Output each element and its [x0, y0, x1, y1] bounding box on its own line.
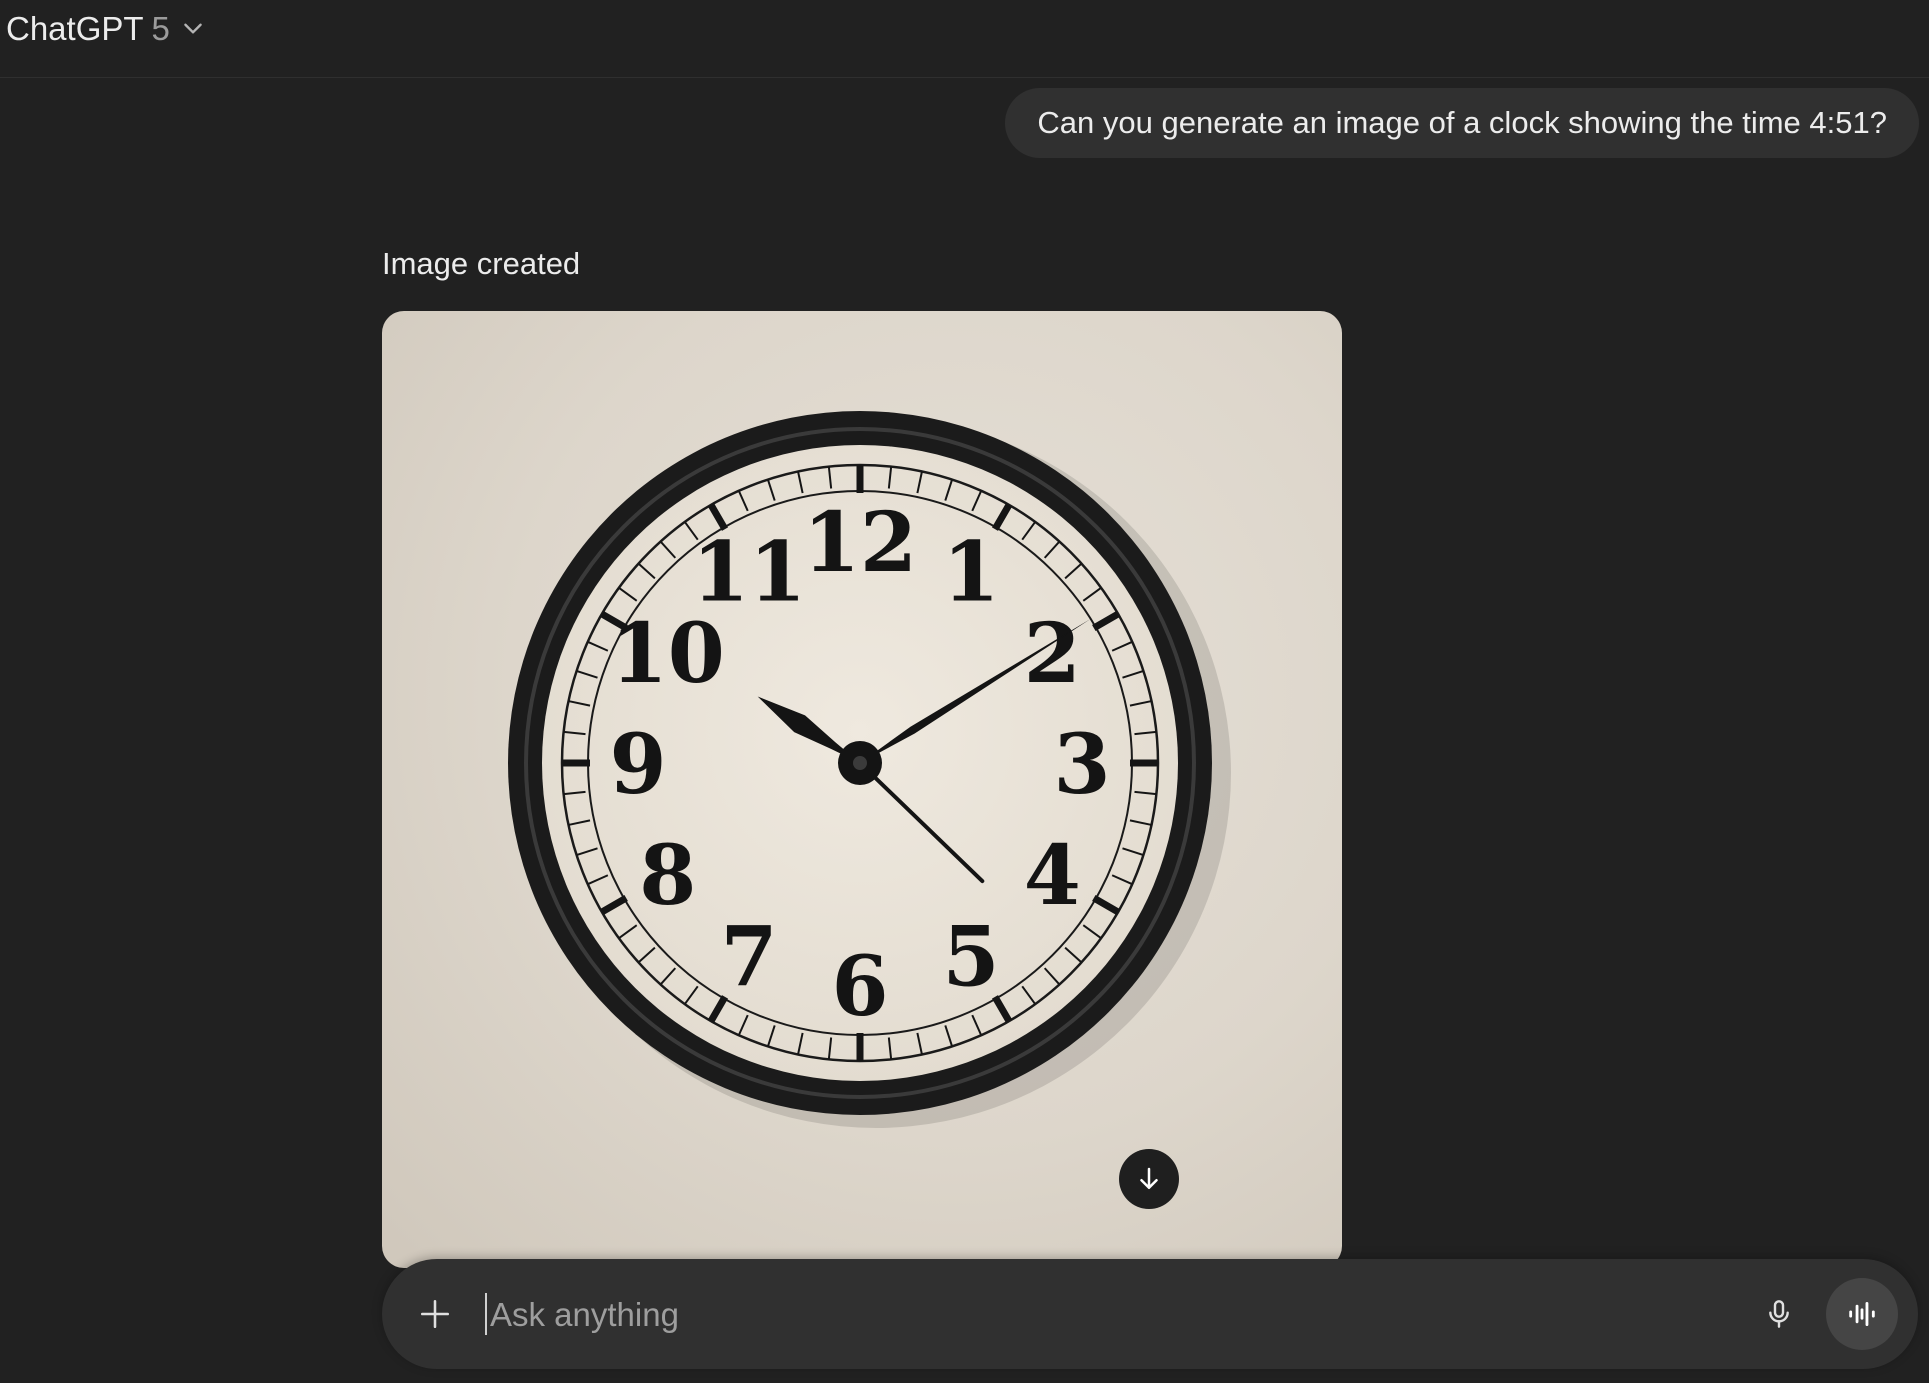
clock-numeral: 5 [942, 909, 999, 1005]
model-switcher[interactable]: ChatGPT 5 [6, 6, 206, 50]
microphone-icon [1769, 1300, 1789, 1328]
clock-hub-cap [853, 756, 867, 770]
download-button[interactable] [1119, 1149, 1179, 1209]
clock-numeral: 3 [1053, 717, 1110, 813]
clock-numeral: 12 [803, 495, 917, 591]
clock-numeral: 9 [609, 717, 666, 813]
dictate-button[interactable] [1754, 1289, 1804, 1339]
ask-input[interactable] [488, 1286, 1672, 1344]
generated-image[interactable]: 12 1 2 3 4 5 6 7 8 9 10 11 [382, 311, 1342, 1268]
user-message-text: Can you generate an image of a clock sho… [1037, 105, 1887, 140]
add-attachment-button[interactable] [412, 1291, 458, 1337]
user-message-bubble: Can you generate an image of a clock sho… [1005, 88, 1919, 158]
clock-numeral: 1 [942, 525, 999, 621]
arrow-down-icon [1140, 1167, 1158, 1189]
clock-numeral: 8 [639, 828, 696, 924]
voice-mode-button[interactable] [1826, 1278, 1898, 1350]
assistant-status: Image created [382, 246, 581, 281]
model-name: ChatGPT [6, 9, 144, 47]
voice-waveform-icon [1849, 1301, 1875, 1327]
chevron-down-icon [184, 23, 202, 34]
top-bar: ChatGPT 5 [0, 0, 1929, 78]
clock-numeral: 4 [1024, 828, 1081, 924]
model-version: 5 [151, 9, 170, 47]
text-caret [485, 1293, 487, 1335]
clock-numeral: 6 [831, 939, 888, 1035]
plus-icon [420, 1299, 450, 1329]
chat-app: ChatGPT 5 Can you generate an image of a… [0, 0, 1929, 1383]
clock-illustration: 12 1234567891011 [508, 411, 1231, 1128]
clock-numeral: 7 [720, 909, 777, 1005]
message-composer [382, 1259, 1918, 1369]
clock-numeral: 11 [692, 525, 806, 621]
